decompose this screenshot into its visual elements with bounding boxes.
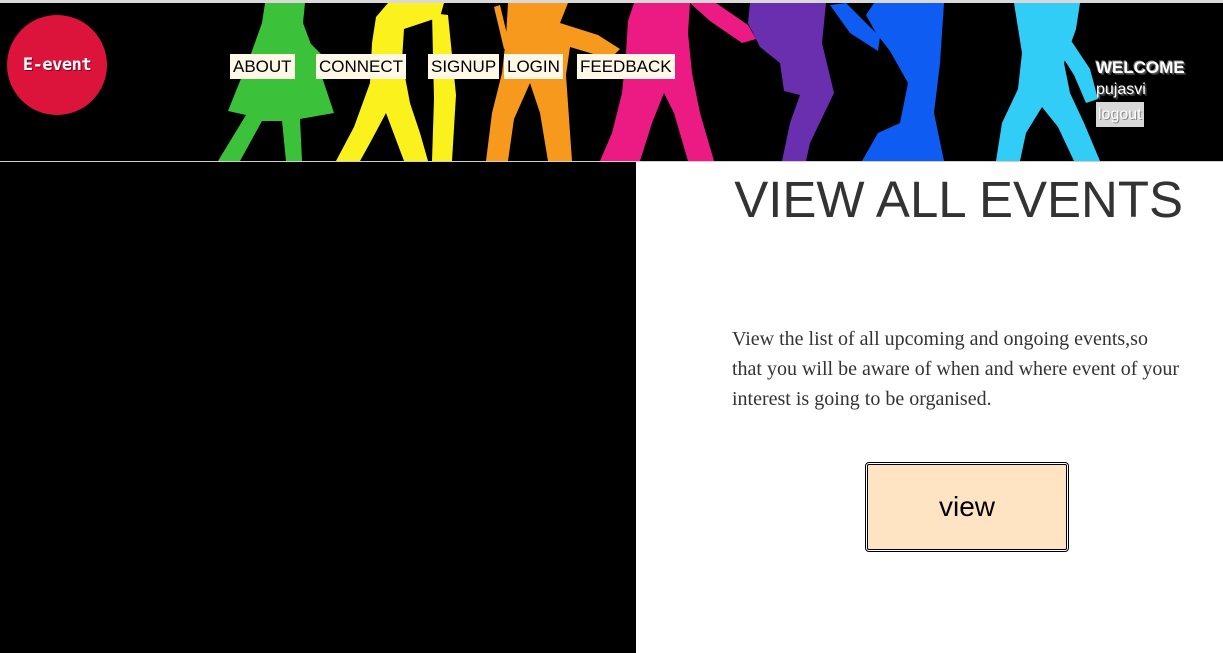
purple-dancer-silhouette xyxy=(748,3,834,161)
event-image-panel xyxy=(0,162,636,653)
page-title: VIEW ALL EVENTS xyxy=(734,171,1183,228)
view-events-panel: VIEW ALL EVENTS View the list of all upc… xyxy=(636,162,1223,653)
nav-link-about[interactable]: ABOUT xyxy=(230,54,295,79)
logo-text: E-event xyxy=(22,55,92,75)
nav-link-login[interactable]: LOGIN xyxy=(504,54,563,79)
e-event-logo[interactable]: E-event xyxy=(7,15,107,115)
cyan-dancer-silhouette xyxy=(996,3,1100,161)
green-dancer-silhouette xyxy=(218,3,334,161)
welcome-block: WELCOME pujasvi logout xyxy=(1096,57,1206,127)
nav-link-connect[interactable]: CONNECT xyxy=(316,54,407,79)
page: E-event ABOUT CONNECT SIGNUP LOGIN FEEDB… xyxy=(0,0,1223,653)
site-header: E-event ABOUT CONNECT SIGNUP LOGIN FEEDB… xyxy=(0,0,1223,162)
dancers-banner-image xyxy=(218,3,1100,161)
section-description: View the list of all upcoming and ongoin… xyxy=(732,328,1180,410)
nav-link-signup[interactable]: SIGNUP xyxy=(428,54,500,79)
view-events-button[interactable]: view xyxy=(865,462,1069,552)
orange-dancer-silhouette xyxy=(486,3,620,161)
logout-button[interactable]: logout xyxy=(1096,102,1144,127)
blue-dancer-silhouette xyxy=(830,3,944,161)
welcome-username: pujasvi xyxy=(1096,81,1146,98)
pink-dancer-silhouette xyxy=(600,3,756,161)
yellow-dancer-silhouette xyxy=(336,3,456,161)
welcome-title: WELCOME xyxy=(1096,58,1185,77)
nav-link-feedback[interactable]: FEEDBACK xyxy=(577,54,675,79)
